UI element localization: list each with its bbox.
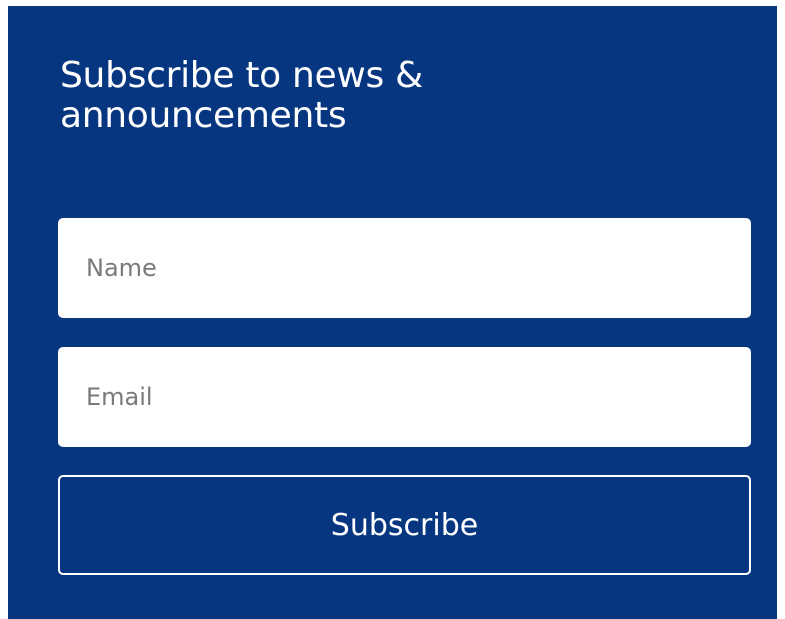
name-input[interactable]: [58, 218, 751, 318]
email-input[interactable]: [58, 347, 751, 447]
subscribe-button[interactable]: Subscribe: [58, 475, 751, 575]
subscribe-heading: Subscribe to news & announcements: [60, 55, 423, 136]
subscribe-panel: Subscribe to news & announcements Subscr…: [8, 6, 777, 619]
